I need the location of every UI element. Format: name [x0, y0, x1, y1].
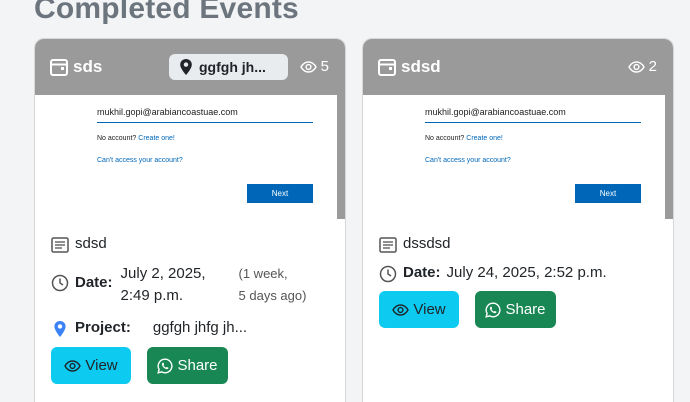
share-button[interactable]: Share [147, 347, 228, 384]
view-count: 2 [627, 58, 657, 75]
map-pin-icon [54, 321, 66, 337]
project-value[interactable]: ggfgh jhfg jh... [153, 319, 247, 336]
calendar-icon [50, 59, 68, 76]
map-pin-icon [180, 59, 192, 75]
view-count-value: 2 [648, 58, 657, 75]
preview-cant-access: Can't access your account? [97, 157, 183, 164]
view-button-label: View [85, 357, 118, 374]
whatsapp-icon [485, 301, 502, 318]
event-description: sdsd [75, 235, 107, 252]
whatsapp-icon [157, 357, 174, 374]
date-line-1: July 2, 2025, [120, 265, 206, 282]
preview-email: mukhil.gopi@arabiancoastuae.com [425, 107, 566, 117]
event-card: mukhil.gopi@arabiancoastuae.com No accou… [362, 38, 674, 402]
description-row: sdsd [51, 235, 107, 254]
preview-no-account: No account? Create one! [425, 135, 503, 142]
text-lines-icon [51, 237, 69, 253]
view-count-value: 5 [320, 58, 329, 75]
date-row: Date: July 2, 2025, 2:49 p.m. (1 week, 5… [51, 263, 306, 307]
event-title: sds [73, 57, 103, 76]
view-button[interactable]: View [379, 291, 459, 328]
clock-icon [51, 274, 69, 292]
project-label: Project: [75, 319, 131, 336]
section-title: Completed Events [34, 0, 299, 25]
event-description: dssdsd [403, 235, 451, 252]
preview-email: mukhil.gopi@arabiancoastuae.com [97, 107, 238, 117]
preview-edge [337, 95, 345, 219]
view-button[interactable]: View [51, 347, 131, 384]
date-row: Date: July 24, 2025, 2:52 p.m. [379, 264, 607, 283]
description-row: dssdsd [379, 235, 451, 254]
date-relative-line-1: (1 week, [238, 266, 288, 281]
preview-cant-access: Can't access your account? [425, 157, 511, 164]
event-card-header: mukhil.gopi@arabiancoastuae.com No accou… [363, 39, 673, 219]
event-preview-image: mukhil.gopi@arabiancoastuae.com No accou… [35, 95, 339, 219]
project-badge-label: ggfgh jh... [199, 59, 266, 75]
date-value: July 24, 2025, 2:52 p.m. [446, 264, 607, 281]
text-lines-icon [379, 237, 397, 253]
date-value: July 2, 2025, 2:49 p.m. [121, 263, 239, 307]
preview-input-underline [425, 122, 641, 123]
eye-icon [64, 359, 82, 372]
eye-icon [299, 60, 317, 73]
date-label: Date: [75, 274, 113, 291]
clock-icon [379, 265, 397, 283]
project-row: Project: ggfgh jhfg jh... [51, 319, 247, 338]
preview-next-button: Next [247, 184, 313, 203]
share-button-label: Share [505, 301, 546, 318]
event-card: mukhil.gopi@arabiancoastuae.com No accou… [34, 38, 346, 402]
preview-edge [665, 95, 673, 219]
event-title: sdsd [401, 57, 441, 76]
view-button-label: View [413, 301, 446, 318]
eye-icon [392, 303, 410, 316]
calendar-icon [378, 59, 396, 76]
event-card-header: mukhil.gopi@arabiancoastuae.com No accou… [35, 39, 345, 219]
event-preview-image: mukhil.gopi@arabiancoastuae.com No accou… [363, 95, 667, 219]
preview-no-account: No account? Create one! [97, 135, 175, 142]
event-title-bar: sdsd [363, 39, 673, 95]
share-button[interactable]: Share [475, 291, 556, 328]
date-line-2: 2:49 p.m. [120, 287, 184, 304]
eye-icon [627, 60, 645, 73]
view-count: 5 [299, 58, 329, 75]
date-relative: (1 week, 5 days ago) [239, 263, 307, 307]
date-label: Date: [403, 264, 441, 281]
date-relative-line-2: 5 days ago) [238, 288, 307, 303]
project-badge[interactable]: ggfgh jh... [169, 54, 288, 80]
share-button-label: Share [177, 357, 218, 374]
preview-next-button: Next [575, 184, 641, 203]
preview-input-underline [97, 122, 313, 123]
